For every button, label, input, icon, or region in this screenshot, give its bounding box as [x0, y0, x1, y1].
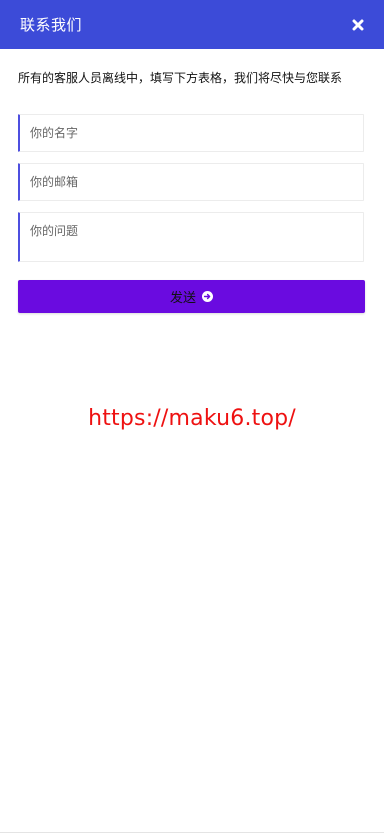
name-input[interactable]: [18, 114, 364, 152]
arrow-right-circle-icon: [202, 291, 213, 302]
close-button[interactable]: [350, 17, 366, 33]
header-title: 联系我们: [20, 16, 83, 34]
watermark-url: https://maku6.top/: [88, 406, 296, 431]
offline-notice: 所有的客服人员离线中，填写下方表格，我们将尽快与您联系: [18, 71, 343, 85]
chat-header: 联系我们: [0, 0, 384, 49]
email-input[interactable]: [18, 163, 364, 201]
question-textarea[interactable]: [18, 212, 364, 262]
bottom-divider: [0, 832, 384, 833]
close-icon: [352, 19, 364, 30]
send-button[interactable]: 发送: [18, 280, 365, 313]
send-button-label: 发送: [169, 290, 196, 305]
